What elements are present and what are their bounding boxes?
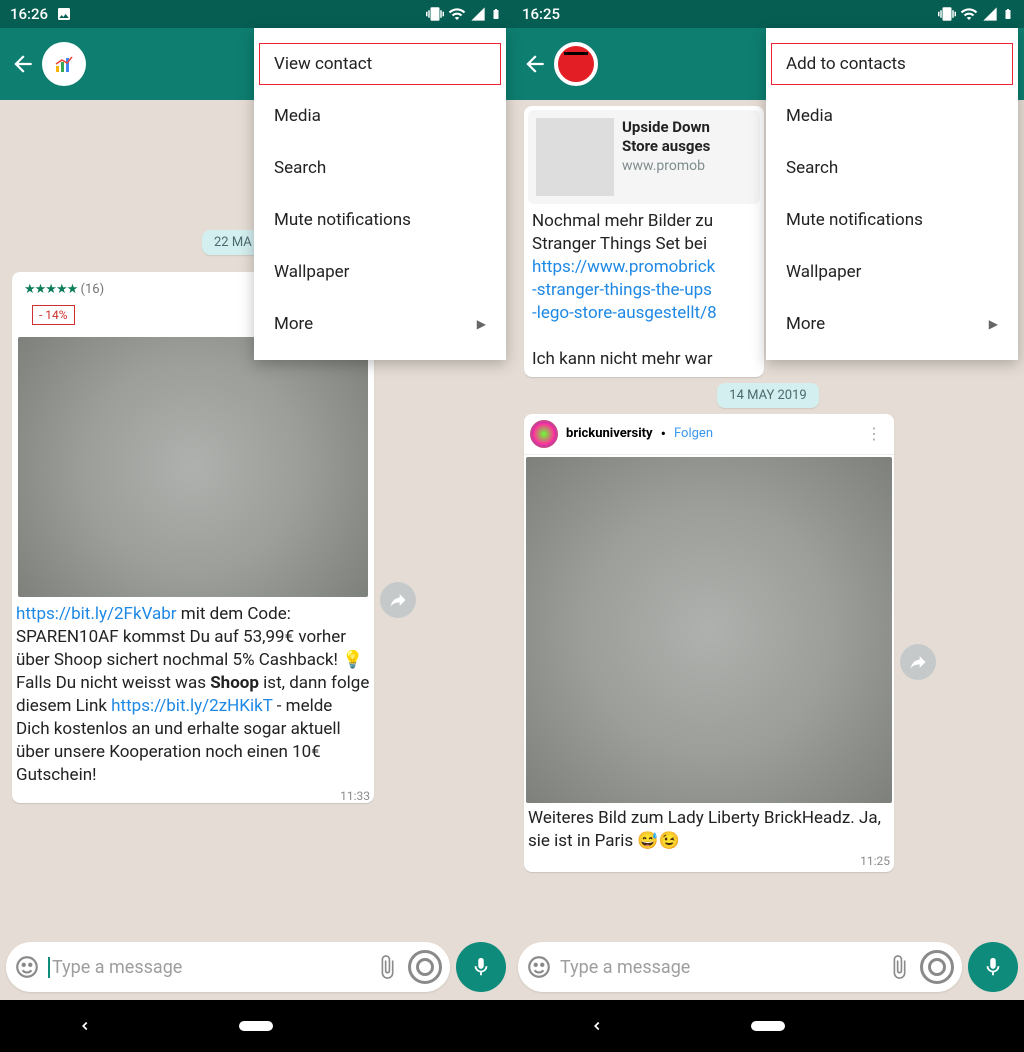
- status-bar: 16:25: [512, 0, 1024, 28]
- message-input[interactable]: [48, 957, 366, 978]
- date-pill: 22 MA: [202, 230, 260, 255]
- overflow-menu: View contact Media Search Mute notificat…: [254, 28, 506, 360]
- status-bar: 16:26: [0, 0, 512, 28]
- nav-back[interactable]: [580, 1016, 614, 1036]
- menu-more[interactable]: More▶: [766, 298, 1018, 350]
- message-text: Nochmal mehr Bilder zu Stranger Things S…: [528, 208, 760, 373]
- status-time: 16:25: [522, 5, 560, 23]
- message-input[interactable]: [560, 957, 878, 978]
- phone-left: 16:26 22 MA TO ★★★★: [0, 0, 512, 1052]
- image-preview: [526, 457, 892, 803]
- message-time: 11:33: [12, 789, 374, 803]
- instagram-more-icon[interactable]: ⋮: [866, 424, 888, 443]
- back-button[interactable]: [6, 44, 40, 84]
- instagram-name: brickuniversity: [566, 426, 653, 441]
- menu-search[interactable]: Search: [766, 142, 1018, 194]
- message-bubble[interactable]: brickuniversity • Folgen ⋮ Weiteres Bild…: [524, 414, 894, 873]
- phone-right: 16:25 Upside DownStore ausges www.pro: [512, 0, 1024, 1052]
- nav-recent[interactable]: [410, 1016, 444, 1036]
- nav-bar: [512, 1000, 1024, 1052]
- mic-button[interactable]: [968, 942, 1018, 992]
- message-bubble[interactable]: Upside DownStore ausges www.promob Nochm…: [524, 106, 764, 377]
- nav-recent[interactable]: [922, 1016, 956, 1036]
- signal-icon: [982, 6, 998, 22]
- emoji-icon[interactable]: [526, 954, 552, 980]
- preview-thumb: [536, 118, 614, 196]
- preview-text: Upside DownStore ausges www.promob: [622, 118, 710, 196]
- message-input-pill: [518, 942, 962, 992]
- mic-button[interactable]: [456, 942, 506, 992]
- camera-icon[interactable]: [408, 950, 442, 984]
- nav-back[interactable]: [68, 1016, 102, 1036]
- menu-media[interactable]: Media: [766, 90, 1018, 142]
- instagram-follow[interactable]: Folgen: [674, 426, 713, 441]
- overflow-menu: Add to contacts Media Search Mute notifi…: [766, 28, 1018, 360]
- vibrate-icon: [426, 5, 444, 23]
- battery-icon: [1002, 5, 1014, 23]
- menu-wallpaper[interactable]: Wallpaper: [254, 246, 506, 298]
- forward-button[interactable]: [900, 644, 936, 680]
- instagram-avatar: [530, 420, 558, 448]
- input-row: [512, 938, 1024, 1000]
- menu-add-to-contacts[interactable]: Add to contacts: [766, 38, 1018, 90]
- menu-wallpaper[interactable]: Wallpaper: [766, 246, 1018, 298]
- menu-media[interactable]: Media: [254, 90, 506, 142]
- message-text: Weiteres Bild zum Lady Liberty BrickHead…: [524, 805, 894, 855]
- input-row: [0, 938, 512, 1000]
- menu-more[interactable]: More▶: [254, 298, 506, 350]
- attach-icon[interactable]: [886, 954, 912, 980]
- picture-icon: [56, 6, 72, 22]
- camera-icon[interactable]: [920, 950, 954, 984]
- link-preview: Upside DownStore ausges www.promob: [528, 110, 760, 204]
- status-time: 16:26: [10, 5, 48, 23]
- emoji-icon[interactable]: [14, 954, 40, 980]
- back-button[interactable]: [518, 44, 552, 84]
- battery-icon: [490, 5, 502, 23]
- wifi-icon: [960, 5, 978, 23]
- signal-icon: [470, 6, 486, 22]
- contact-avatar[interactable]: [42, 42, 86, 86]
- nav-home[interactable]: [751, 1016, 785, 1036]
- menu-view-contact[interactable]: View contact: [254, 38, 506, 90]
- forward-button[interactable]: [380, 582, 416, 618]
- discount-badge: - 14%: [32, 305, 75, 325]
- menu-mute[interactable]: Mute notifications: [254, 194, 506, 246]
- date-separator: 14 MAY 2019: [518, 383, 1018, 408]
- menu-mute[interactable]: Mute notifications: [766, 194, 1018, 246]
- attach-icon[interactable]: [374, 954, 400, 980]
- message-text: https://bit.ly/2FkVabr mit dem Code: SPA…: [12, 601, 374, 789]
- image-preview: [18, 337, 368, 597]
- nav-bar: [0, 1000, 512, 1052]
- message-input-pill: [6, 942, 450, 992]
- message-time: 11:25: [524, 854, 894, 872]
- vibrate-icon: [938, 5, 956, 23]
- menu-search[interactable]: Search: [254, 142, 506, 194]
- instagram-header: brickuniversity • Folgen ⋮: [524, 414, 894, 455]
- nav-home[interactable]: [239, 1016, 273, 1036]
- wifi-icon: [448, 5, 466, 23]
- contact-avatar[interactable]: [554, 42, 598, 86]
